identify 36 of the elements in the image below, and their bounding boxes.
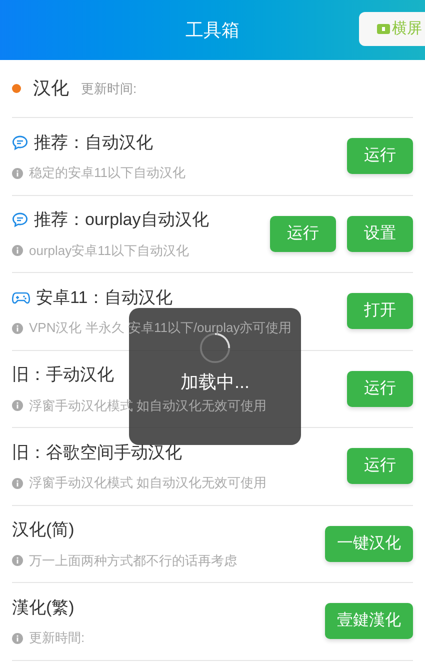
landscape-button[interactable]: 横屏 [359,12,425,46]
item-title: 漢化(繁) [12,596,74,619]
item-description: 万一上面两种方式都不行的话再考虑 [29,552,237,570]
action-button[interactable]: 壹鍵漢化 [325,603,413,640]
info-icon [12,245,23,256]
action-button[interactable]: 运行 [347,448,413,484]
info-icon [12,322,23,334]
item-description: ourplay安卓11以下自动汉化 [29,242,190,260]
item-description: 浮窗手动汉化模式 如自动汉化无效可使用 [29,474,267,492]
action-button[interactable]: 一键汉化 [325,526,413,562]
chat-bubble-icon [12,212,28,228]
info-icon [12,555,23,566]
page-title: 工具箱 [186,18,240,42]
item-description: 更新時間: [29,629,85,648]
item-title: 旧：谷歌空间手动汉化 [12,442,182,464]
screen-icon [377,24,390,34]
info-icon [12,478,23,488]
action-button[interactable]: 运行 [347,370,413,407]
section-subtitle: 更新时间: [81,80,137,98]
item-title: 安卓11：自动汉化 [36,286,173,309]
item-description: 稳定的安卓11以下自动汉化 [29,164,186,182]
item-title: 推荐：ourplay自动汉化 [34,209,209,232]
action-button[interactable]: 运行 [270,216,336,252]
item-title: 汉化(简) [12,519,74,542]
item-title: 推荐：自动汉化 [34,132,153,154]
gamepad-icon [12,290,30,304]
action-button[interactable]: 设置 [347,216,413,252]
info-icon [12,400,23,411]
chat-bubble-icon [12,134,28,150]
loading-text: 加载中... [180,372,250,393]
item-title: 旧：手动汉化 [12,364,114,386]
section-title: 汉化 [33,77,69,100]
info-icon [12,632,23,644]
info-icon [12,168,23,178]
action-button[interactable]: 运行 [347,138,413,174]
action-button[interactable]: 打开 [347,293,413,330]
